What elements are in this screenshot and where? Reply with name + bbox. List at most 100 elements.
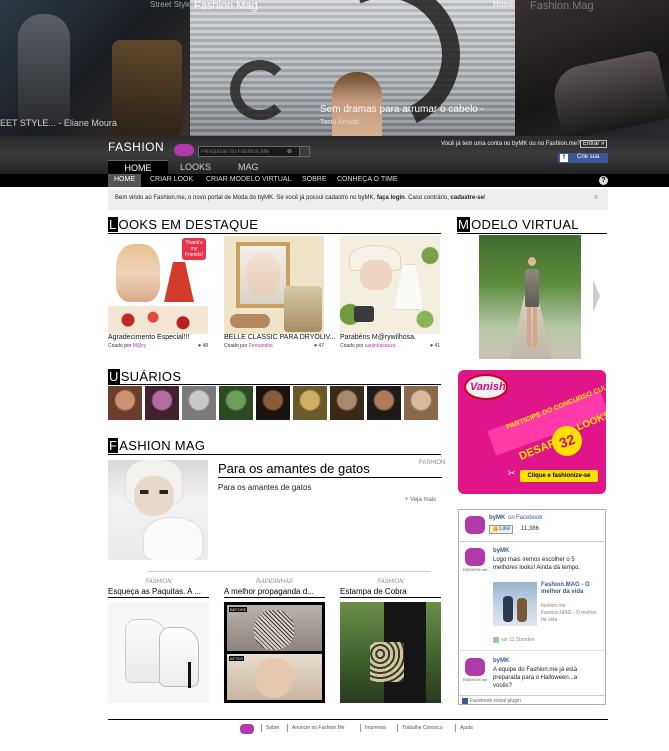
user-avatar[interactable] bbox=[219, 386, 253, 420]
look-image[interactable] bbox=[340, 236, 440, 334]
subnav-criar-look[interactable]: CRIAR LOOK bbox=[150, 176, 193, 183]
hero-home-link[interactable]: Home bbox=[493, 0, 514, 9]
post-text: Logo mais iremos escolher o 5 melhores l… bbox=[493, 557, 581, 571]
fb-facebook-link[interactable]: Facebook bbox=[516, 515, 542, 521]
mag-featured-title[interactable]: Para os amantes de gatos bbox=[218, 461, 370, 476]
hero-title: Fashion.Mag bbox=[194, 0, 258, 12]
mag-card-title[interactable]: A melhor propaganda d... bbox=[224, 587, 325, 596]
look-card[interactable]: Thank's my Friends! Agradecimento Especi… bbox=[108, 236, 208, 354]
subnav-home[interactable]: HOME bbox=[108, 174, 141, 187]
mag-card-image[interactable]: BEFORE AFTER bbox=[224, 602, 325, 703]
read-more-link[interactable]: + Veja mais bbox=[405, 497, 436, 503]
footer-link[interactable]: Trabalhe Conosco bbox=[402, 725, 443, 731]
virtual-model-image[interactable] bbox=[479, 235, 581, 359]
look-title[interactable]: Agradecimento Especial!!! bbox=[108, 334, 189, 341]
tab-mag[interactable]: MAG bbox=[238, 160, 259, 174]
model-face bbox=[134, 476, 174, 516]
users-section-title[interactable]: U SUÁRIOS bbox=[108, 369, 181, 384]
look-image[interactable]: Thank's my Friends! bbox=[108, 236, 208, 334]
look-title[interactable]: BELLE CLASSIC PARA DRYOLIV... bbox=[224, 334, 336, 341]
post-link-title[interactable]: Fashion.MAG - O melhor da vida bbox=[541, 582, 603, 596]
footer-link[interactable]: Anuncie no Fashion.Me bbox=[292, 725, 345, 731]
fb-page-name[interactable]: byMK bbox=[489, 515, 505, 521]
post-timestamp[interactable]: vor 11 Stunden bbox=[501, 637, 535, 643]
vanish-contest-ad[interactable]: Vanish PARTICIPE DO CONCURSO CULTURAL DE… bbox=[458, 370, 606, 494]
hero-slide-left[interactable] bbox=[0, 0, 190, 136]
mag-card-category[interactable]: RAPIDINHAS bbox=[224, 579, 325, 585]
mag-card-title[interactable]: Esqueça as Paquitas. A ... bbox=[108, 587, 209, 596]
search-button[interactable] bbox=[299, 147, 309, 156]
help-icon[interactable]: ? bbox=[599, 176, 608, 185]
tab-home[interactable]: HOME bbox=[108, 160, 168, 174]
post-author[interactable]: byMK bbox=[493, 658, 509, 664]
subnav-sobre[interactable]: SOBRE bbox=[302, 176, 327, 183]
mag-card-category[interactable]: FASHION bbox=[340, 579, 441, 585]
modelo-section-title[interactable]: M ODELO VIRTUAL bbox=[457, 217, 579, 232]
mag-card-image[interactable] bbox=[340, 602, 441, 703]
mag-article-card[interactable]: FASHION Estampa de Cobra bbox=[340, 577, 441, 703]
post-link-image[interactable] bbox=[493, 582, 537, 626]
mag-featured-category[interactable]: FASHION bbox=[419, 460, 445, 466]
users-section-rule bbox=[108, 384, 441, 385]
look-card[interactable]: Parabéns M@rywilhosa. Criado por sarjinh… bbox=[340, 236, 440, 354]
mag-article-card[interactable]: FASHION Esqueça as Paquitas. A ... bbox=[108, 577, 209, 703]
mag-card-category[interactable]: FASHION bbox=[108, 579, 209, 585]
look-author[interactable]: M@ry bbox=[133, 343, 146, 349]
footer-link[interactable]: Ajuda bbox=[460, 725, 473, 731]
post-author[interactable]: byMK bbox=[493, 548, 509, 554]
photo-figure bbox=[517, 598, 527, 622]
hero-slide-main[interactable] bbox=[190, 0, 515, 136]
look-image[interactable] bbox=[224, 236, 324, 334]
mag-article-card[interactable]: RAPIDINHAS A melhor propaganda d... BEFO… bbox=[224, 577, 325, 703]
mag-section-title[interactable]: F ASHION MAG bbox=[108, 438, 205, 453]
hero-caption[interactable]: Sem dramas para arrumar o cabelo - bbox=[320, 104, 484, 115]
welcome-text-end: ! bbox=[483, 195, 486, 201]
scissors-icon: ✂ bbox=[508, 468, 516, 478]
close-icon[interactable]: x bbox=[594, 194, 602, 202]
hero-left-figure bbox=[18, 14, 70, 124]
user-avatar[interactable] bbox=[182, 386, 216, 420]
user-avatar[interactable] bbox=[256, 386, 290, 420]
tab-looks[interactable]: LOOKS bbox=[180, 160, 211, 174]
footer-link[interactable]: Sobre bbox=[266, 725, 279, 731]
search-input[interactable] bbox=[201, 147, 285, 156]
footer-link[interactable]: Imprensa bbox=[365, 725, 386, 731]
facebook-connect-button[interactable]: f Crie sua bbox=[558, 153, 608, 163]
clear-icon[interactable]: ⊗ bbox=[287, 148, 292, 155]
tattooed-face bbox=[254, 610, 294, 650]
subnav-criar-modelo-virtual[interactable]: CRIAR MODELO VIRTUAL bbox=[206, 176, 291, 183]
look-author[interactable]: sarjinhasouza bbox=[365, 343, 396, 349]
footer-logo[interactable] bbox=[240, 724, 254, 734]
mag-featured-image[interactable] bbox=[108, 460, 208, 560]
post-link-description: Fashion.MAG - O melhor da vida bbox=[541, 610, 597, 623]
user-avatar[interactable] bbox=[367, 386, 401, 420]
user-avatar[interactable] bbox=[330, 386, 364, 420]
look-title[interactable]: Parabéns M@rywilhosa. bbox=[340, 334, 416, 341]
look-card[interactable]: BELLE CLASSIC PARA DRYOLIV... Criado por… bbox=[224, 236, 336, 354]
user-avatar[interactable] bbox=[404, 386, 438, 420]
signup-link[interactable]: cadastre-se bbox=[451, 195, 484, 201]
hero-slide-right[interactable] bbox=[515, 0, 669, 136]
fb-plugin-label[interactable]: Facebook social plugin bbox=[470, 698, 521, 704]
login-button[interactable]: Entrar » bbox=[580, 140, 608, 148]
subnav-conheca-o-time[interactable]: CONHEÇA O TIME bbox=[337, 176, 398, 183]
hero-left-caption[interactable]: EET STYLE... - Eliane Moura bbox=[0, 118, 117, 128]
post-avatar[interactable] bbox=[465, 658, 485, 676]
user-avatar[interactable] bbox=[145, 386, 179, 420]
user-avatar[interactable] bbox=[293, 386, 327, 420]
look-author-line: Criado por M@ry bbox=[108, 343, 146, 349]
footer-separator bbox=[287, 724, 288, 732]
bymk-page-logo[interactable] bbox=[465, 516, 485, 534]
user-avatar[interactable] bbox=[108, 386, 142, 420]
ad-cta-button[interactable]: Clique e fashionize-se bbox=[520, 470, 598, 482]
looks-section-title[interactable]: L OOKS EM DESTAQUE bbox=[108, 217, 258, 232]
hero-right-figure bbox=[548, 49, 669, 136]
post-avatar[interactable] bbox=[465, 548, 485, 566]
mag-card-title[interactable]: Estampa de Cobra bbox=[340, 587, 441, 596]
login-link[interactable]: faça login bbox=[377, 195, 405, 201]
next-arrow-icon[interactable] bbox=[593, 280, 600, 312]
fb-like-button[interactable]: 👍Like bbox=[489, 525, 513, 534]
look-author[interactable]: Fernandita bbox=[249, 343, 273, 349]
site-logo[interactable]: FASHION bbox=[108, 140, 164, 154]
mag-card-image[interactable] bbox=[108, 602, 209, 703]
